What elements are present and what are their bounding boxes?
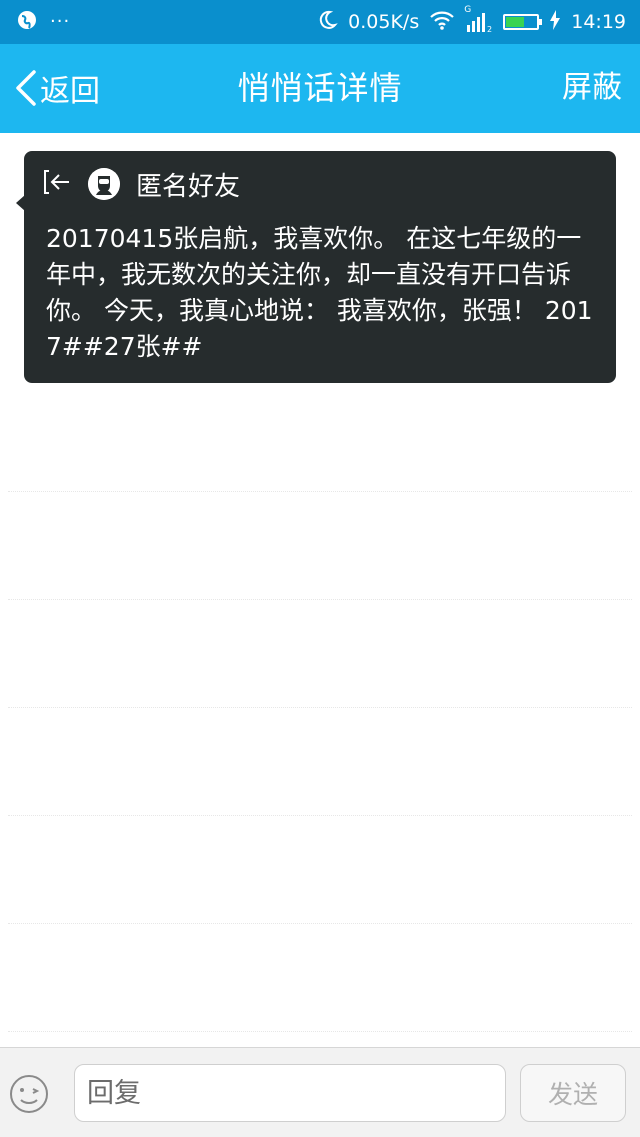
signal-icon: G 2 xyxy=(464,5,493,33)
exit-icon[interactable] xyxy=(42,168,72,200)
send-button[interactable]: 发送 xyxy=(520,1064,626,1122)
emoji-icon[interactable] xyxy=(8,1073,50,1115)
status-time: 14:19 xyxy=(571,11,626,33)
page-title: 悄悄话详情 xyxy=(237,69,403,107)
divider xyxy=(8,923,632,924)
signal-type-label: G xyxy=(464,5,472,15)
divider xyxy=(8,815,632,816)
globe-icon xyxy=(16,9,38,35)
message-card: 匿名好友 20170415张启航，我喜欢你。 在这七年级的一年中，我无数次的关注… xyxy=(16,151,616,383)
status-bar: ··· 0.05K/s G 2 14:19 xyxy=(0,0,640,44)
network-speed: 0.05K/s xyxy=(348,11,420,33)
reply-input[interactable] xyxy=(74,1064,506,1122)
status-left: ··· xyxy=(16,8,70,36)
wifi-icon xyxy=(429,9,455,36)
card-pointer xyxy=(16,195,25,211)
status-dots: ··· xyxy=(50,11,71,32)
moon-icon xyxy=(316,9,338,36)
divider xyxy=(8,1031,632,1032)
status-right: 0.05K/s G 2 14:19 xyxy=(316,5,626,36)
sender-name: 匿名好友 xyxy=(136,171,241,202)
divider xyxy=(8,491,632,492)
charging-icon xyxy=(549,9,561,35)
battery-icon xyxy=(503,14,543,30)
block-button[interactable]: 屏蔽 xyxy=(562,66,622,110)
reply-bar: 发送 xyxy=(0,1047,640,1137)
battery-fill xyxy=(506,17,525,27)
divider xyxy=(8,707,632,708)
message-header: 匿名好友 xyxy=(42,167,241,202)
title-bar: 返回 悄悄话详情 屏蔽 xyxy=(0,44,640,133)
anonymous-avatar-icon xyxy=(88,168,120,200)
svg-text:2: 2 xyxy=(487,25,492,33)
message-text: 20170415张启航，我喜欢你。 在这七年级的一年中，我无数次的关注你，却一直… xyxy=(46,224,593,361)
divider xyxy=(8,599,632,600)
